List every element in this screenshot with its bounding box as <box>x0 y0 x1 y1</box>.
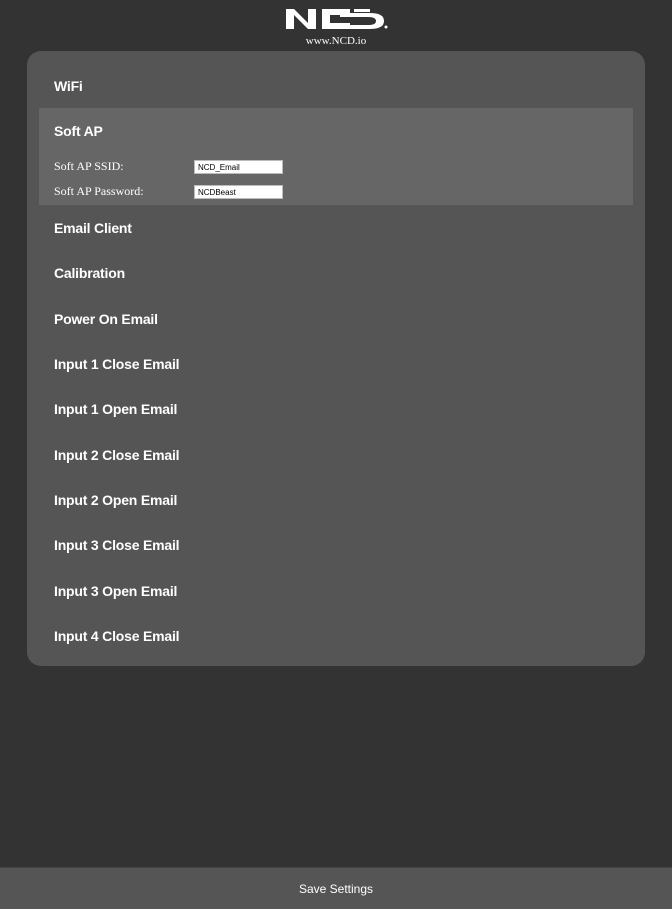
ncd-logo-icon <box>284 7 388 31</box>
section-soft-ap[interactable]: Soft AP <box>54 123 103 139</box>
section-input1-open-email[interactable]: Input 1 Open Email <box>54 401 177 417</box>
section-input3-open-email[interactable]: Input 3 Open Email <box>54 583 177 599</box>
soft-ap-password-input[interactable] <box>194 185 283 199</box>
section-input4-close-email[interactable]: Input 4 Close Email <box>54 628 180 644</box>
section-input3-close-email[interactable]: Input 3 Close Email <box>54 537 180 553</box>
soft-ap-section: Soft AP Soft AP SSID: Soft AP Password: <box>39 108 633 205</box>
section-calibration[interactable]: Calibration <box>54 265 125 281</box>
page-header: www.NCD.io <box>0 0 672 50</box>
save-settings-button[interactable]: Save Settings <box>0 868 672 909</box>
section-power-on-email[interactable]: Power On Email <box>54 311 158 327</box>
section-input1-close-email[interactable]: Input 1 Close Email <box>54 356 180 372</box>
site-url[interactable]: www.NCD.io <box>0 35 672 47</box>
settings-panel: WiFi Soft AP Soft AP SSID: Soft AP Passw… <box>27 51 645 666</box>
section-wifi[interactable]: WiFi <box>54 78 83 94</box>
section-input2-close-email[interactable]: Input 2 Close Email <box>54 447 180 463</box>
section-email-client[interactable]: Email Client <box>54 220 132 236</box>
soft-ap-ssid-input[interactable] <box>194 160 283 174</box>
soft-ap-password-label: Soft AP Password: <box>54 184 144 198</box>
footer-bar: Save Settings <box>0 867 672 909</box>
soft-ap-ssid-label: Soft AP SSID: <box>54 159 124 173</box>
section-input2-open-email[interactable]: Input 2 Open Email <box>54 492 177 508</box>
